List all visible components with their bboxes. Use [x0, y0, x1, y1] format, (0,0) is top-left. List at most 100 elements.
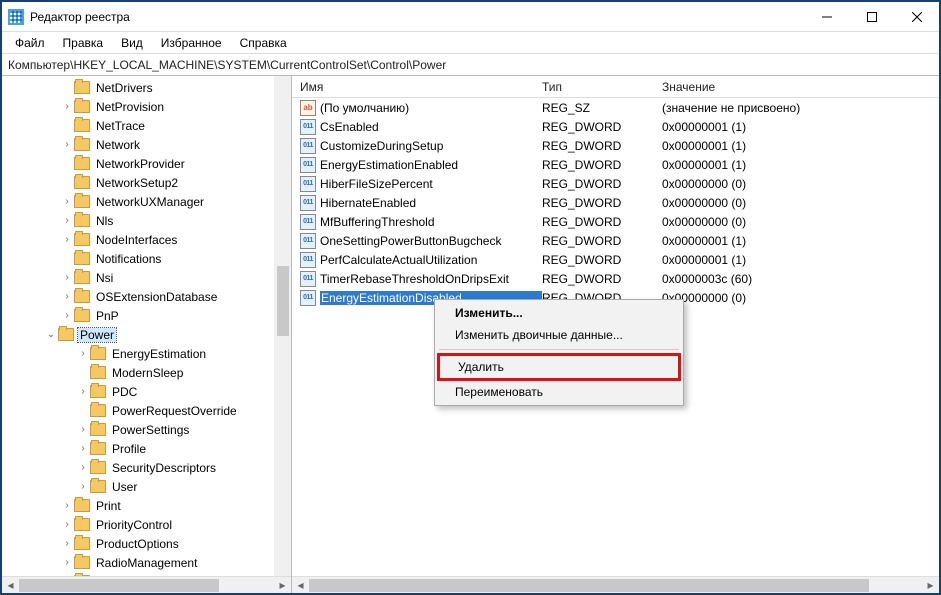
- value-type: REG_DWORD: [542, 139, 662, 153]
- tree-item[interactable]: ›Profile: [2, 439, 291, 458]
- column-value[interactable]: Значение: [662, 80, 939, 94]
- value-type: REG_DWORD: [542, 120, 662, 134]
- tree-item[interactable]: ›NetProvision: [2, 97, 291, 116]
- chevron-right-icon[interactable]: ›: [60, 538, 74, 549]
- tree-item[interactable]: ›Nls: [2, 211, 291, 230]
- chevron-right-icon[interactable]: ›: [60, 139, 74, 150]
- tree-item[interactable]: › PDC: [2, 382, 291, 401]
- value-row[interactable]: 011CustomizeDuringSetupREG_DWORD0x000000…: [292, 136, 939, 155]
- value-data: 0x00000000 (0): [662, 196, 939, 210]
- tree-item[interactable]: ›NetworkSetup2: [2, 173, 291, 192]
- chevron-right-icon[interactable]: ›: [76, 386, 90, 397]
- value-name: CsEnabled: [320, 120, 542, 134]
- value-row[interactable]: 011HibernateEnabledREG_DWORD0x00000000 (…: [292, 193, 939, 212]
- tree-item[interactable]: ›Print: [2, 496, 291, 515]
- tree-scroll-thumb[interactable]: [277, 266, 289, 336]
- tree-item[interactable]: ›PnP: [2, 306, 291, 325]
- tree-vertical-scrollbar[interactable]: [274, 76, 291, 576]
- chevron-right-icon[interactable]: ›: [60, 291, 74, 302]
- tree-hscroll-thumb[interactable]: [19, 579, 219, 592]
- chevron-right-icon[interactable]: ›: [76, 348, 90, 359]
- titlebar: Редактор реестра: [2, 2, 939, 32]
- chevron-right-icon[interactable]: ›: [76, 462, 90, 473]
- tree-item-label: OSExtensionDatabase: [94, 290, 219, 304]
- chevron-right-icon[interactable]: ›: [60, 557, 74, 568]
- tree-item[interactable]: ›EnergyEstimation: [2, 344, 291, 363]
- tree-item[interactable]: ›SecurityDescriptors: [2, 458, 291, 477]
- tree-item[interactable]: › PriorityControl: [2, 515, 291, 534]
- list-hscroll-thumb[interactable]: [309, 579, 869, 592]
- chevron-right-icon[interactable]: ›: [60, 272, 74, 283]
- minimize-button[interactable]: [804, 3, 849, 31]
- tree-item[interactable]: ›User: [2, 477, 291, 496]
- scroll-left-icon[interactable]: ◂: [292, 577, 309, 594]
- chevron-right-icon[interactable]: ›: [60, 519, 74, 530]
- column-name[interactable]: Имя: [292, 80, 542, 94]
- chevron-right-icon[interactable]: ›: [76, 443, 90, 454]
- value-row[interactable]: 011CsEnabledREG_DWORD0x00000001 (1): [292, 117, 939, 136]
- value-data: 0x00000000 (0): [662, 291, 939, 305]
- tree-item[interactable]: ›ProductOptions: [2, 534, 291, 553]
- tree-item[interactable]: ›NetDrivers: [2, 78, 291, 97]
- tree-item[interactable]: ›RadioManagement: [2, 553, 291, 572]
- column-type[interactable]: Тип: [542, 80, 662, 94]
- tree-item[interactable]: ›PowerSettings: [2, 420, 291, 439]
- tree-item[interactable]: ›ModernSleep: [2, 363, 291, 382]
- scroll-left-icon[interactable]: ◂: [2, 577, 19, 594]
- menu-file[interactable]: Файл: [8, 34, 52, 52]
- tree-horizontal-scrollbar[interactable]: ◂ ▸: [2, 576, 291, 593]
- menu-help[interactable]: Справка: [233, 34, 294, 52]
- tree-item[interactable]: ›Notifications: [2, 249, 291, 268]
- value-row[interactable]: ab(По умолчанию)REG_SZ(значение не присв…: [292, 98, 939, 117]
- close-button[interactable]: [894, 3, 939, 31]
- tree-item[interactable]: › Nsi: [2, 268, 291, 287]
- menu-favorites[interactable]: Избранное: [154, 34, 229, 52]
- chevron-right-icon[interactable]: ›: [60, 500, 74, 511]
- tree-item-label: Network: [94, 138, 142, 152]
- value-row[interactable]: 011TimerRebaseThresholdOnDripsExitREG_DW…: [292, 269, 939, 288]
- chevron-right-icon[interactable]: ›: [76, 481, 90, 492]
- list-horizontal-scrollbar[interactable]: ◂ ▸: [292, 576, 939, 593]
- context-rename[interactable]: Переименовать: [437, 381, 681, 403]
- tree-item[interactable]: ›NetTrace: [2, 116, 291, 135]
- chevron-right-icon[interactable]: ›: [60, 196, 74, 207]
- folder-icon: [74, 537, 90, 550]
- context-modify-binary[interactable]: Изменить двоичные данные...: [437, 324, 681, 346]
- chevron-right-icon[interactable]: ›: [60, 101, 74, 112]
- value-row[interactable]: 011MfBufferingThresholdREG_DWORD0x000000…: [292, 212, 939, 231]
- context-delete[interactable]: Удалить: [437, 353, 681, 381]
- folder-icon: [90, 461, 106, 474]
- tree-item[interactable]: ⌄Power: [2, 325, 291, 344]
- value-name: (По умолчанию): [320, 101, 542, 115]
- chevron-right-icon[interactable]: ›: [60, 310, 74, 321]
- folder-icon: [74, 81, 90, 94]
- context-modify[interactable]: Изменить...: [437, 302, 681, 324]
- tree-item-label: Nsi: [94, 271, 115, 285]
- value-row[interactable]: 011EnergyEstimationEnabledREG_DWORD0x000…: [292, 155, 939, 174]
- address-bar[interactable]: Компьютер\HKEY_LOCAL_MACHINE\SYSTEM\Curr…: [2, 54, 939, 76]
- chevron-right-icon[interactable]: ›: [60, 215, 74, 226]
- tree-item[interactable]: ›NetworkProvider: [2, 154, 291, 173]
- tree-item[interactable]: ›NetworkUXManager: [2, 192, 291, 211]
- scroll-right-icon[interactable]: ▸: [922, 577, 939, 594]
- tree-item[interactable]: › OSExtensionDatabase: [2, 287, 291, 306]
- tree-item[interactable]: ›NodeInterfaces: [2, 230, 291, 249]
- folder-icon: [90, 404, 106, 417]
- menu-edit[interactable]: Правка: [56, 34, 111, 52]
- chevron-right-icon[interactable]: ›: [60, 234, 74, 245]
- value-data: 0x00000001 (1): [662, 120, 939, 134]
- binary-value-icon: 011: [300, 214, 316, 230]
- chevron-down-icon[interactable]: ⌄: [44, 329, 58, 340]
- tree-item-label: PriorityControl: [94, 518, 174, 532]
- maximize-button[interactable]: [849, 3, 894, 31]
- scroll-right-icon[interactable]: ▸: [274, 577, 291, 594]
- menu-view[interactable]: Вид: [114, 34, 150, 52]
- value-row[interactable]: 011PerfCalculateActualUtilizationREG_DWO…: [292, 250, 939, 269]
- value-row[interactable]: 011OneSettingPowerButtonBugcheckREG_DWOR…: [292, 231, 939, 250]
- value-row[interactable]: 011HiberFileSizePercentREG_DWORD0x000000…: [292, 174, 939, 193]
- tree-view[interactable]: ›NetDrivers›NetProvision›NetTrace›Networ…: [2, 76, 291, 576]
- tree-item[interactable]: ›PowerRequestOverride: [2, 401, 291, 420]
- tree-item-label: PDC: [110, 385, 139, 399]
- chevron-right-icon[interactable]: ›: [76, 424, 90, 435]
- tree-item[interactable]: › Network: [2, 135, 291, 154]
